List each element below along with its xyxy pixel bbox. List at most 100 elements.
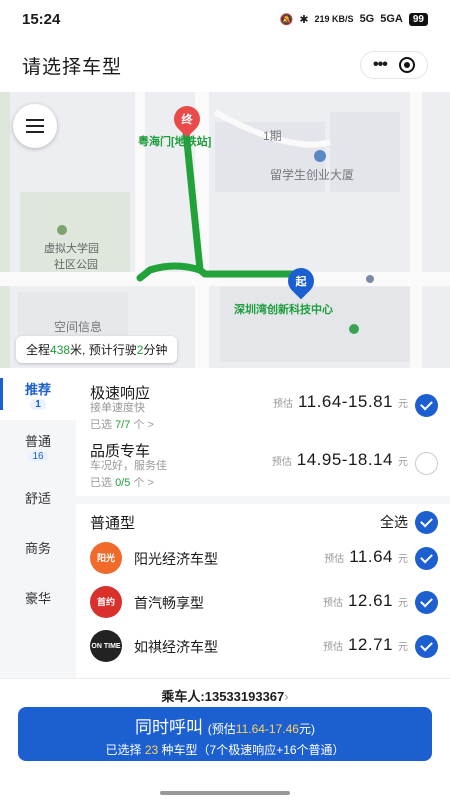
car-name: 首汽畅享型	[134, 595, 204, 611]
price-est-label: 预估	[271, 457, 292, 468]
call-button[interactable]: 同时呼叫 (预估11.64-17.46元) 已选择 23 种车型（7个极速响应+…	[18, 707, 432, 761]
service-price: 预估 11.64-15.81 元	[273, 392, 408, 412]
end-marker-label: 终	[181, 114, 193, 126]
sidebar-item-comfort[interactable]: 舒适	[0, 472, 76, 522]
price-value: 12.71	[347, 635, 393, 654]
start-marker: 起	[282, 262, 320, 300]
sidebar-item-count: 1	[30, 398, 46, 410]
price-unit: 元	[398, 399, 408, 410]
car-logo: 首约	[90, 586, 122, 618]
call-estimate: (预估11.64-17.46元)	[208, 722, 315, 736]
service-checkbox-checked[interactable]	[415, 394, 438, 417]
sidebar-item-label: 推荐	[24, 381, 51, 397]
bluetooth-icon: ✱	[299, 13, 309, 26]
car-checkbox[interactable]	[415, 547, 438, 570]
selected-suffix: 种车型（7个极速响应+16个普通）	[161, 743, 345, 757]
sidebar-item-label: 舒适	[24, 490, 51, 506]
sidebar-item-count: 16	[27, 450, 49, 462]
footer: 乘车人:13533193367› 同时呼叫 (预估11.64-17.46元) 已…	[0, 678, 450, 800]
service-price: 预估 14.95-18.14 元	[272, 450, 408, 470]
car-checkbox[interactable]	[415, 635, 438, 658]
home-indicator[interactable]	[160, 791, 290, 795]
call-button-line1: 同时呼叫 (预估11.64-17.46元)	[18, 707, 432, 738]
call-est-suffix: 元)	[298, 722, 315, 736]
call-label: 同时呼叫	[135, 718, 204, 737]
signal-5ga: 5GA	[380, 13, 403, 25]
sidebar-item-label: 普通	[24, 433, 51, 449]
passenger-selector[interactable]: 乘车人:13533193367›	[0, 686, 450, 705]
car-name: 阳光经济车型	[134, 551, 218, 567]
map-label-end-station: 粤海门[地铁站]	[138, 136, 212, 148]
route-summary: 全程438米, 预计行驶2分钟	[16, 336, 178, 363]
category-sidebar: 推荐 1 普通 16 舒适 商务 豪华	[0, 368, 76, 678]
service-checkbox-unchecked[interactable]	[415, 452, 438, 475]
map-label-park-2: 社区公园	[54, 259, 98, 271]
sidebar-item-normal[interactable]: 普通 16	[0, 420, 76, 472]
start-marker-label: 起	[295, 276, 307, 288]
car-logo: ON TIME	[90, 630, 122, 662]
selected-prefix: 已选择	[105, 743, 142, 757]
car-list: 极速响应 接单速度快 已选 7/7 个 > 预估 11.64-15.81 元 品…	[76, 368, 450, 678]
route-map[interactable]: 终 起 粤海门[地铁站] 1期 留学生创业大厦 虚拟大学园 社区公园 深圳湾创新…	[0, 92, 450, 368]
route-distance: 438	[50, 343, 71, 357]
call-est-prefix: (预估	[207, 722, 236, 736]
service-selected-count: 0/5	[115, 477, 131, 489]
price-est-label: 预估	[273, 399, 294, 410]
more-dots-icon[interactable]: •••	[373, 56, 388, 74]
price-value: 11.64-15.81	[298, 392, 393, 411]
price-value: 11.64	[349, 547, 393, 566]
car-row-shouqi[interactable]: 首约 首汽畅享型 预估 12.61 元	[76, 580, 450, 624]
car-row-yangguang[interactable]: 阳光 阳光经济车型 预估 11.64 元	[76, 536, 450, 580]
call-est-range: 11.64-17.46	[235, 722, 299, 736]
car-selection-panel: 推荐 1 普通 16 舒适 商务 豪华 极速响应 接单速度快 已选 7/7 个 …	[0, 368, 450, 678]
miniapp-capsule: •••	[360, 51, 428, 79]
menu-icon-line	[26, 125, 44, 127]
car-price: 预估 12.71 元	[323, 635, 408, 655]
service-subtitle: 接单速度快	[90, 402, 145, 414]
target-circle-icon[interactable]	[398, 57, 415, 73]
price-est-label: 预估	[322, 598, 343, 609]
map-label-info: 空间信息	[54, 320, 103, 334]
menu-icon-line	[26, 119, 44, 121]
select-all-label[interactable]: 全选	[380, 512, 408, 532]
sidebar-item-label: 商务	[24, 540, 51, 556]
price-value: 12.61	[347, 591, 393, 610]
route-middle: 米, 预计行驶	[70, 343, 137, 357]
car-row-ruqi[interactable]: ON TIME 如祺经济车型 预估 12.71 元	[76, 624, 450, 668]
service-name: 品质专车	[90, 443, 151, 460]
map-label-start-place: 深圳湾创新科技中心	[234, 304, 333, 316]
map-label-building: 留学生创业大厦	[270, 168, 355, 182]
selected-count: 23	[144, 743, 159, 757]
select-all-checkbox[interactable]	[415, 511, 438, 534]
status-bar: 15:24 🔕 ✱ 219 KB/S 5G 5GA 99	[0, 0, 450, 38]
passenger-label: 乘车人:	[161, 689, 205, 704]
price-unit: 元	[398, 642, 408, 653]
price-est-label: 预估	[322, 642, 343, 653]
car-price: 预估 11.64 元	[324, 547, 408, 567]
route-suffix: 分钟	[143, 343, 168, 357]
map-label-park-1: 虚拟大学园	[44, 243, 99, 255]
service-fast-response[interactable]: 极速响应 接单速度快 已选 7/7 个 > 预估 11.64-15.81 元	[76, 372, 450, 432]
price-value: 14.95-18.14	[296, 450, 393, 469]
service-selected-prefix: 已选	[90, 477, 112, 489]
car-checkbox[interactable]	[415, 591, 438, 614]
call-button-line2: 已选择 23 种车型（7个极速响应+16个普通）	[18, 741, 432, 758]
net-speed: 219 KB/S	[314, 14, 354, 24]
sidebar-item-business[interactable]: 商务	[0, 522, 76, 572]
sidebar-item-luxury[interactable]: 豪华	[0, 572, 76, 622]
sidebar-item-recommend[interactable]: 推荐 1	[0, 368, 76, 420]
service-name: 极速响应	[90, 385, 151, 402]
service-selected[interactable]: 已选 0/5 个 >	[90, 474, 154, 490]
battery-icon: 99	[408, 12, 428, 26]
group-header-normal: 普通型 全选	[76, 496, 450, 536]
passenger-phone: 13533193367	[204, 689, 285, 704]
service-selected-suffix: 个 >	[133, 477, 154, 489]
status-icons: 🔕 ✱ 219 KB/S 5G 5GA 99	[279, 12, 428, 26]
map-label-phase: 1期	[263, 129, 282, 143]
mute-icon: 🔕	[279, 13, 294, 26]
menu-button[interactable]	[13, 104, 57, 148]
price-unit: 元	[398, 554, 408, 565]
menu-icon-line	[26, 131, 44, 133]
service-premium[interactable]: 品质专车 车况好，服务佳 已选 0/5 个 > 预估 14.95-18.14 元	[76, 430, 450, 490]
car-logo: 阳光	[90, 542, 122, 574]
